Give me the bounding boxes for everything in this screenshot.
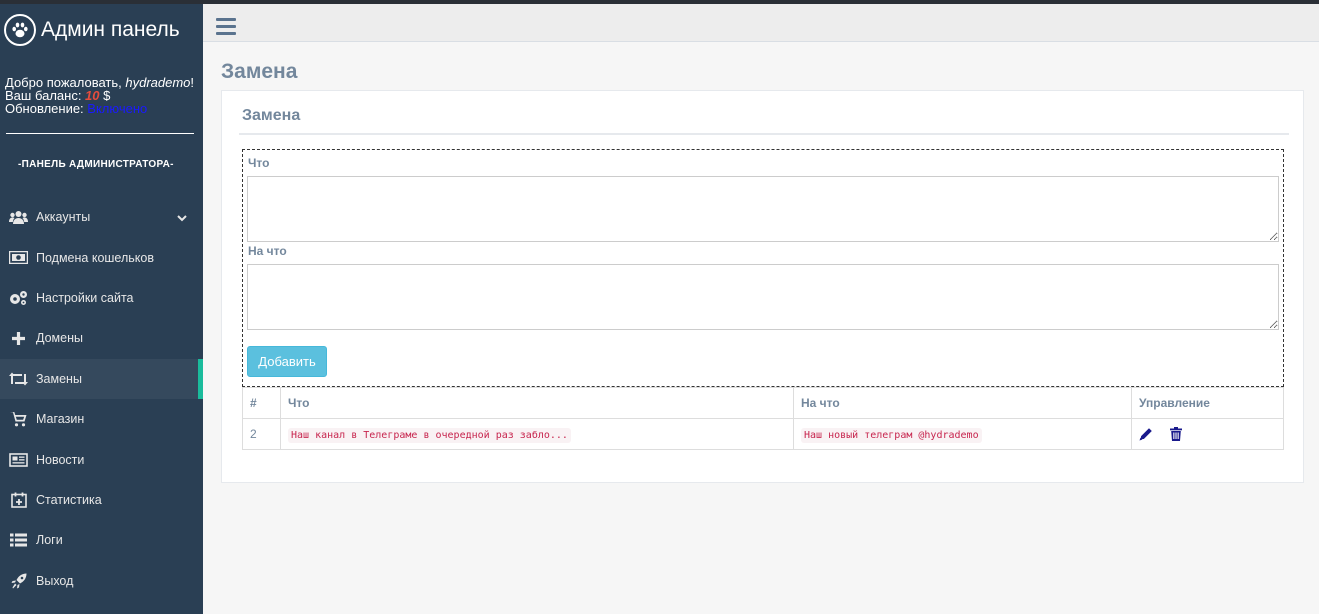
plus-icon [9,330,28,346]
sidebar: Админ панель Добро пожаловать, hydrademo… [0,4,203,614]
username: hydrademo [125,75,191,90]
calendar-plus-icon [9,492,28,508]
table-row: 2 Наш канал в Телеграме в очередной раз … [242,418,1284,450]
sidebar-item-site-settings[interactable]: Настройки сайта [0,278,203,318]
panel-divider [239,133,1289,135]
row-what: Наш канал в Телеграме в очередной раз за… [288,428,571,443]
sidebar-menu: Аккаунты Подмена кошельков Настройки сай… [0,197,203,601]
column-header-to: На что [793,387,1132,419]
update-line: Обновление: Включено [5,102,203,115]
rocket-icon [9,573,28,589]
what-label: Что [248,156,270,170]
replacement-form: Что На что Добавить [242,149,1284,387]
sidebar-item-domains[interactable]: Домены [0,318,203,358]
what-field[interactable] [247,176,1279,242]
sidebar-item-logs[interactable]: Логи [0,520,203,560]
sidebar-item-label: Аккаунты [36,210,91,225]
row-to: Наш новый телеграм @hydrademo [801,428,982,443]
cart-icon [9,411,28,427]
to-field[interactable] [247,264,1279,330]
sidebar-section-title: -ПАНЕЛЬ АДМИНИСТРАТОРА- [18,159,174,170]
page-title: Замена [221,60,298,83]
newspaper-icon [9,452,28,468]
delete-trash-icon[interactable] [1170,427,1184,442]
row-what-cell: Наш канал в Телеграме в очередной раз за… [280,418,794,450]
row-id: 2 [242,418,281,450]
sidebar-item-news[interactable]: Новости [0,439,203,479]
gears-icon [9,290,28,306]
replacements-table: # Что На что Управление 2 Наш канал в Те… [242,387,1284,450]
sidebar-item-label: Подмена кошельков [36,250,154,265]
sidebar-item-statistics[interactable]: Статистика [0,480,203,520]
panel-title: Замена [242,107,301,124]
column-header-what: Что [280,387,794,419]
update-status: Включено [87,101,148,116]
profile-info: Добро пожаловать, hydrademo! Ваш баланс:… [0,56,203,115]
retweet-icon [9,371,28,387]
list-icon [9,532,28,548]
welcome-suffix: ! [190,75,195,90]
to-label: На что [248,244,287,258]
sidebar-item-label: Настройки сайта [36,290,134,305]
brand[interactable]: Админ панель [0,4,203,56]
sidebar-item-wallet-swap[interactable]: Подмена кошельков [0,237,203,277]
row-actions [1131,418,1284,450]
row-to-cell: Наш новый телеграм @hydrademo [793,418,1132,450]
paw-icon [4,14,36,46]
column-header-actions: Управление [1131,387,1284,419]
add-button[interactable]: Добавить [247,346,327,377]
money-icon [9,250,28,266]
chevron-down-icon [177,211,187,225]
sidebar-item-label: Статистика [36,492,102,507]
sidebar-item-replacements[interactable]: Замены [0,358,203,399]
sidebar-item-label: Выход [36,573,74,588]
update-label: Обновление: [5,101,88,116]
top-nav [203,4,1319,42]
brand-title: Админ панель [41,18,180,41]
sidebar-item-logout[interactable]: Выход [0,561,203,601]
sidebar-item-accounts[interactable]: Аккаунты [0,197,203,237]
sidebar-item-shop[interactable]: Магазин [0,399,203,439]
sidebar-item-label: Домены [36,331,83,346]
sidebar-item-label: Логи [36,533,63,548]
sidebar-item-label: Новости [36,452,85,467]
sidebar-item-label: Замены [36,371,82,386]
column-header-id: # [242,387,281,419]
menu-toggle-icon[interactable] [216,18,236,35]
users-icon [9,209,28,225]
edit-pencil-icon[interactable] [1139,427,1153,441]
table-header-row: # Что На что Управление [242,387,1284,419]
replacement-panel: Замена Что На что Добавить # Что На что … [221,90,1304,483]
sidebar-item-label: Магазин [36,412,85,427]
